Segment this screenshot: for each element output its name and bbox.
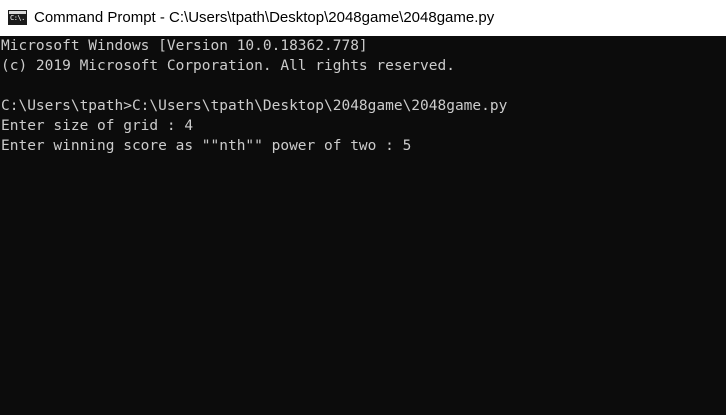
console-line-copyright: (c) 2019 Microsoft Corporation. All righ… xyxy=(1,58,455,74)
cmd-icon[interactable]: C:\. xyxy=(8,10,27,25)
window-title: Command Prompt - C:\Users\tpath\Desktop\… xyxy=(34,9,495,26)
cmd-icon-glyph: C:\. xyxy=(10,14,25,22)
console-line-winning-score-prompt: Enter winning score as ""nth"" power of … xyxy=(1,138,412,154)
title-bar[interactable]: C:\. Command Prompt - C:\Users\tpath\Des… xyxy=(0,0,726,36)
console-line-version: Microsoft Windows [Version 10.0.18362.77… xyxy=(1,38,368,54)
console-output[interactable]: Microsoft Windows [Version 10.0.18362.77… xyxy=(0,36,726,415)
command-prompt-window: C:\. Command Prompt - C:\Users\tpath\Des… xyxy=(0,0,726,415)
console-line-command: C:\Users\tpath>C:\Users\tpath\Desktop\20… xyxy=(1,98,508,114)
console-line-grid-size-prompt: Enter size of grid : 4 xyxy=(1,118,194,134)
